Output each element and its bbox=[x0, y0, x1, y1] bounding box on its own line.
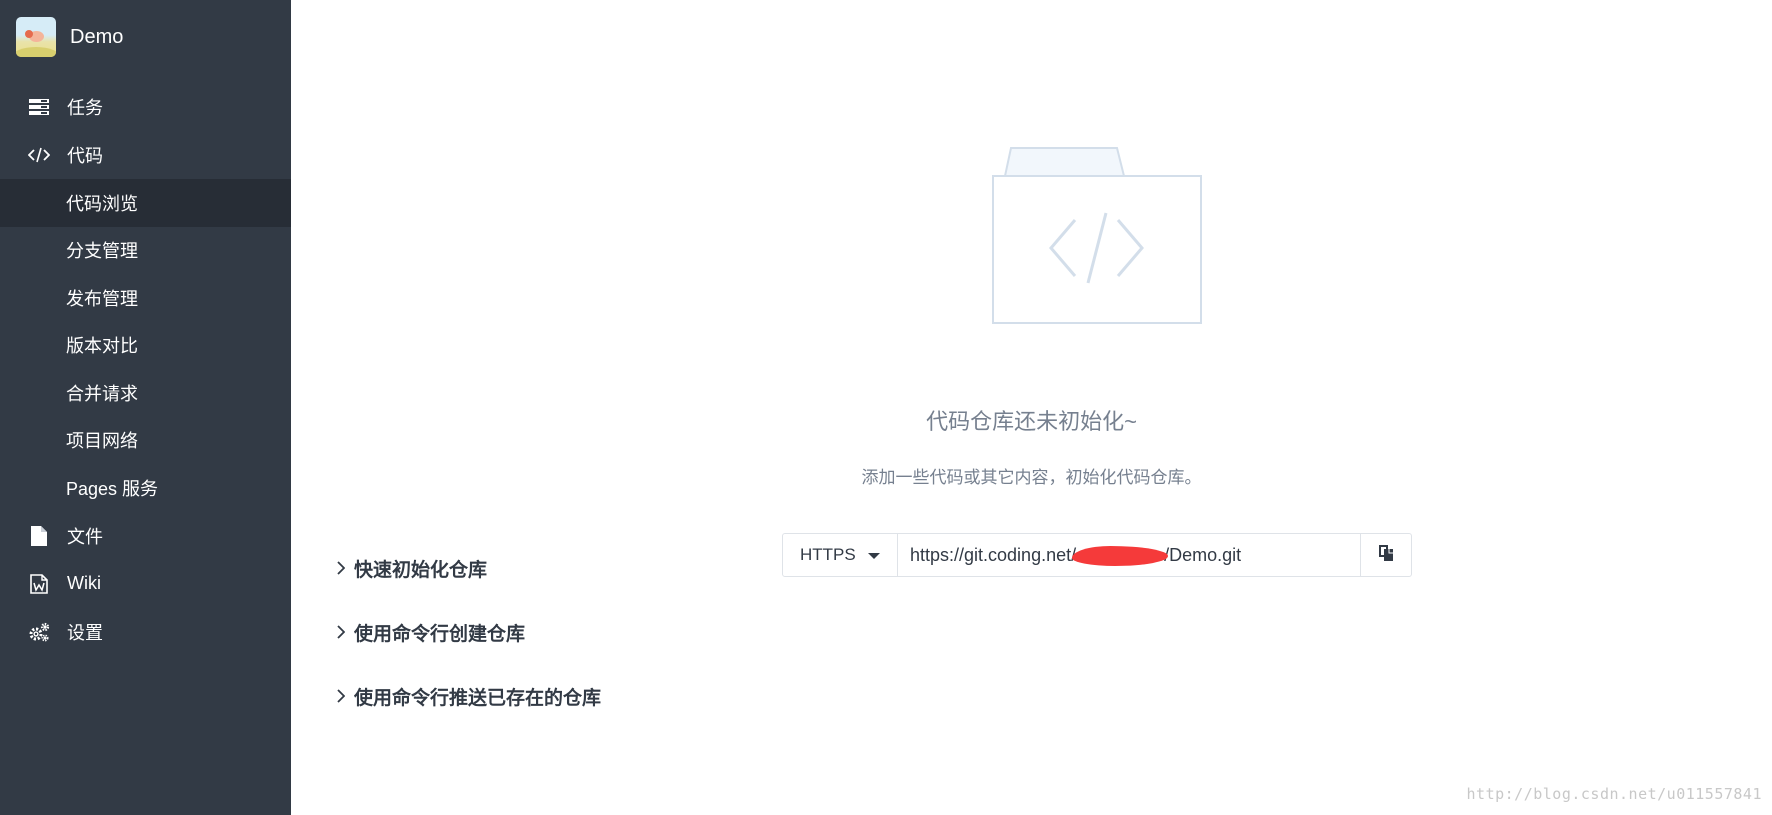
sidebar-item-label: 任务 bbox=[67, 98, 103, 118]
sidebar-item-label: 项目网络 bbox=[66, 431, 138, 452]
sidebar-item-label: 代码 bbox=[67, 146, 103, 166]
task-list-icon bbox=[28, 97, 50, 117]
sidebar-item-label: Pages 服务 bbox=[66, 478, 159, 499]
clone-url-prefix: https://git.coding.net/ bbox=[910, 544, 1077, 565]
section-label: 快速初始化仓库 bbox=[354, 559, 488, 581]
project-name: Demo bbox=[70, 25, 124, 48]
chevron-right-icon bbox=[334, 621, 348, 643]
wiki-icon bbox=[28, 573, 50, 594]
sidebar-item-merge-requests[interactable]: 合并请求 bbox=[0, 369, 291, 417]
sidebar-nav: 任务 代码 代码浏览 分支管理 发布管理 版本对比 合并请求 项目网络 Page… bbox=[0, 83, 291, 656]
protocol-dropdown[interactable]: HTTPS bbox=[783, 534, 898, 576]
section-label: 使用命令行创建仓库 bbox=[354, 623, 526, 645]
sidebar-item-pages[interactable]: Pages 服务 bbox=[0, 464, 291, 512]
empty-state-title: 代码仓库还未初始化~ bbox=[926, 409, 1137, 434]
sidebar-item-wiki[interactable]: Wiki bbox=[0, 560, 291, 608]
main-content: 代码仓库还未初始化~ 添加一些代码或其它内容，初始化代码仓库。 HTTPS ht… bbox=[291, 0, 1772, 815]
code-icon bbox=[28, 145, 50, 165]
sidebar-item-label: 代码浏览 bbox=[66, 193, 138, 214]
sidebar-item-branches[interactable]: 分支管理 bbox=[0, 227, 291, 275]
sidebar-item-label: 文件 bbox=[67, 526, 103, 547]
chevron-right-icon bbox=[334, 685, 348, 707]
sidebar-item-compare[interactable]: 版本对比 bbox=[0, 322, 291, 370]
copy-button[interactable] bbox=[1360, 534, 1411, 576]
sidebar-item-label: 发布管理 bbox=[66, 288, 138, 309]
section-create-via-cli[interactable]: 使用命令行创建仓库 bbox=[334, 617, 525, 647]
sidebar-item-tasks[interactable]: 任务 bbox=[0, 83, 291, 131]
project-brand[interactable]: Demo bbox=[16, 17, 123, 57]
protocol-label: HTTPS bbox=[800, 545, 856, 564]
section-quick-init[interactable]: 快速初始化仓库 bbox=[334, 553, 487, 583]
sidebar-item-label: 设置 bbox=[67, 622, 103, 643]
sidebar-item-settings[interactable]: 设置 bbox=[0, 608, 291, 656]
sidebar-item-label: Wiki bbox=[67, 573, 101, 593]
clone-url-suffix: /Demo.git bbox=[1164, 544, 1242, 565]
sidebar-item-code[interactable]: 代码 bbox=[0, 131, 291, 179]
file-icon bbox=[28, 525, 50, 546]
empty-state-description: 添加一些代码或其它内容，初始化代码仓库。 bbox=[861, 468, 1202, 487]
watermark: http://blog.csdn.net/u011557841 bbox=[1466, 785, 1762, 803]
sidebar-item-code-browse[interactable]: 代码浏览 bbox=[0, 179, 291, 227]
sidebar-item-label: 合并请求 bbox=[66, 383, 138, 404]
code-folder-icon bbox=[991, 145, 1203, 325]
clone-url-box: HTTPS https://git.coding.net/ /Demo.git bbox=[782, 533, 1412, 577]
sidebar-item-network[interactable]: 项目网络 bbox=[0, 417, 291, 465]
chevron-right-icon bbox=[334, 557, 348, 579]
section-label: 使用命令行推送已存在的仓库 bbox=[354, 687, 602, 709]
clone-url-field[interactable]: https://git.coding.net/ /Demo.git bbox=[898, 534, 1360, 576]
copy-icon bbox=[1378, 544, 1394, 567]
sidebar: Demo 任务 代码 代码浏览 分支管理 发布管理 版本对比 合并请求 项目网络… bbox=[0, 0, 291, 815]
project-avatar bbox=[16, 17, 56, 57]
caret-down-icon bbox=[868, 553, 880, 559]
redaction-mark bbox=[1072, 546, 1169, 566]
sidebar-item-label: 版本对比 bbox=[66, 336, 138, 357]
sidebar-item-files[interactable]: 文件 bbox=[0, 512, 291, 560]
settings-icon bbox=[28, 622, 50, 642]
sidebar-item-releases[interactable]: 发布管理 bbox=[0, 274, 291, 322]
sidebar-item-label: 分支管理 bbox=[66, 241, 138, 262]
section-push-existing[interactable]: 使用命令行推送已存在的仓库 bbox=[334, 681, 601, 711]
